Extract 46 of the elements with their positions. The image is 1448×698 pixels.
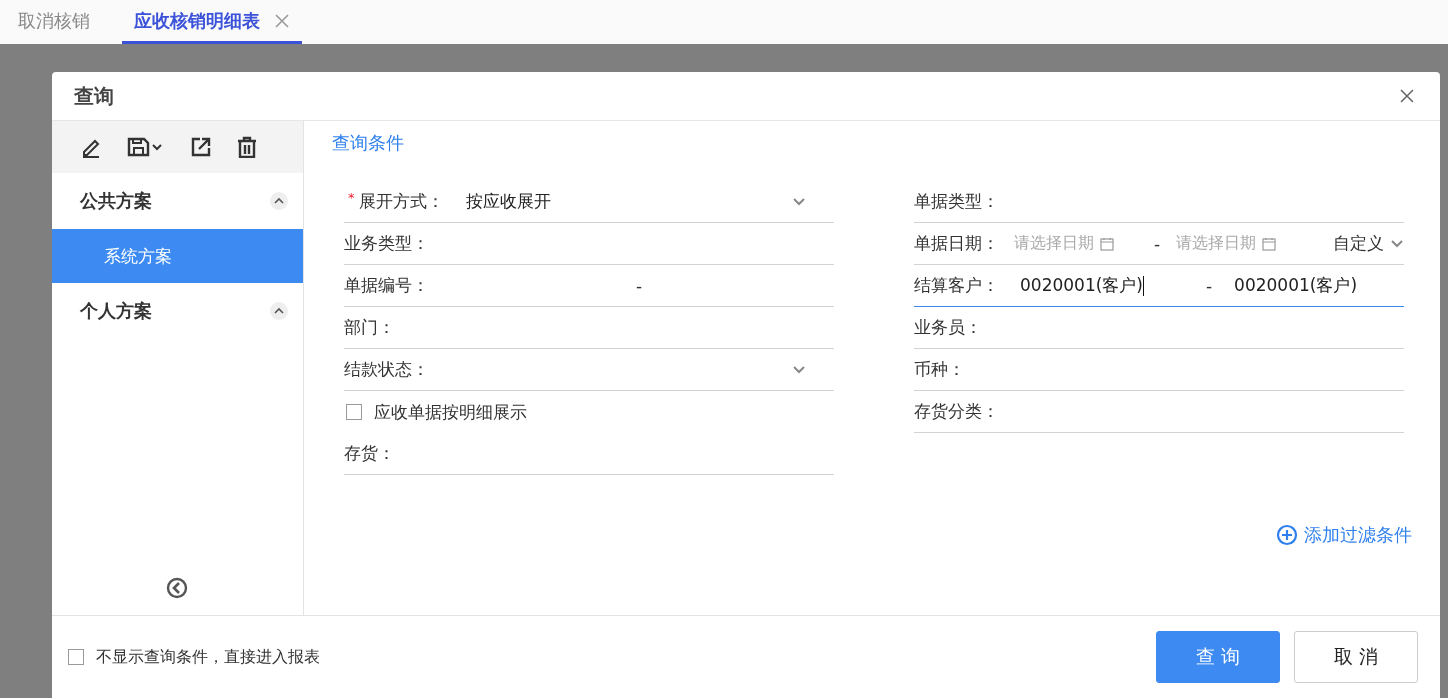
dialog-title: 查询 (74, 82, 114, 110)
chevron-down-icon (792, 364, 806, 375)
field-label: 单据编号： (344, 274, 430, 297)
calendar-icon (1262, 236, 1277, 251)
close-icon[interactable] (1400, 89, 1414, 103)
checkbox-option[interactable]: 不显示查询条件，直接进入报表 (66, 636, 320, 678)
add-filter-link[interactable]: 添加过滤条件 (1276, 523, 1412, 547)
field-label: 存货： (344, 442, 396, 465)
field-label: 业务员： (914, 316, 983, 339)
field-label: 存货分类： (914, 400, 1000, 423)
chevron-left-icon[interactable] (165, 577, 188, 599)
calendar-icon (1100, 236, 1114, 251)
field-label: 单据类型： (914, 190, 1000, 213)
field-label: * 展开方式： (347, 190, 445, 213)
checkbox-label: 不显示查询条件，直接进入报表 (96, 646, 320, 668)
checkbox-label: 应收单据按明细展示 (374, 400, 527, 424)
collapse-icon[interactable] (269, 191, 289, 211)
field-label: 币种： (914, 358, 966, 381)
range-separator: - (1204, 275, 1214, 296)
tab[interactable]: 取消核销 (6, 0, 102, 44)
chevron-down-icon (1390, 238, 1404, 249)
export-icon[interactable] (190, 136, 212, 158)
close-icon[interactable] (274, 12, 290, 29)
input-field[interactable]: 0020001(客户) (1228, 270, 1404, 301)
field-label: 部门： (344, 316, 396, 339)
field-label: 单据日期： (914, 232, 1000, 255)
date-mode-select[interactable]: 自定义 (1300, 232, 1404, 255)
required-mark: * (348, 190, 355, 205)
scheme-group[interactable]: 个人方案 (52, 283, 303, 339)
trash-icon[interactable] (236, 136, 258, 158)
field-label: 结款状态： (344, 358, 430, 381)
checkbox-option[interactable]: 应收单据按明细展示 (344, 391, 834, 433)
range-separator: - (1153, 233, 1162, 254)
field-label: 业务类型： (344, 232, 430, 255)
section-title: 查询条件 (332, 131, 405, 155)
input-field[interactable]: 0020001(客户) (1014, 270, 1190, 301)
chevron-down-icon (792, 196, 806, 207)
scheme-group[interactable]: 公共方案 (52, 173, 303, 229)
plus-circle-icon (1276, 524, 1298, 546)
collapse-icon[interactable] (269, 301, 289, 321)
field-label: 结算客户： (914, 274, 1000, 297)
cancel-button[interactable]: 取 消 (1294, 631, 1418, 683)
checkbox[interactable] (68, 649, 84, 665)
select-field[interactable]: 按应收展开 (447, 190, 834, 213)
checkbox[interactable] (346, 404, 362, 420)
range-separator: - (634, 275, 644, 296)
